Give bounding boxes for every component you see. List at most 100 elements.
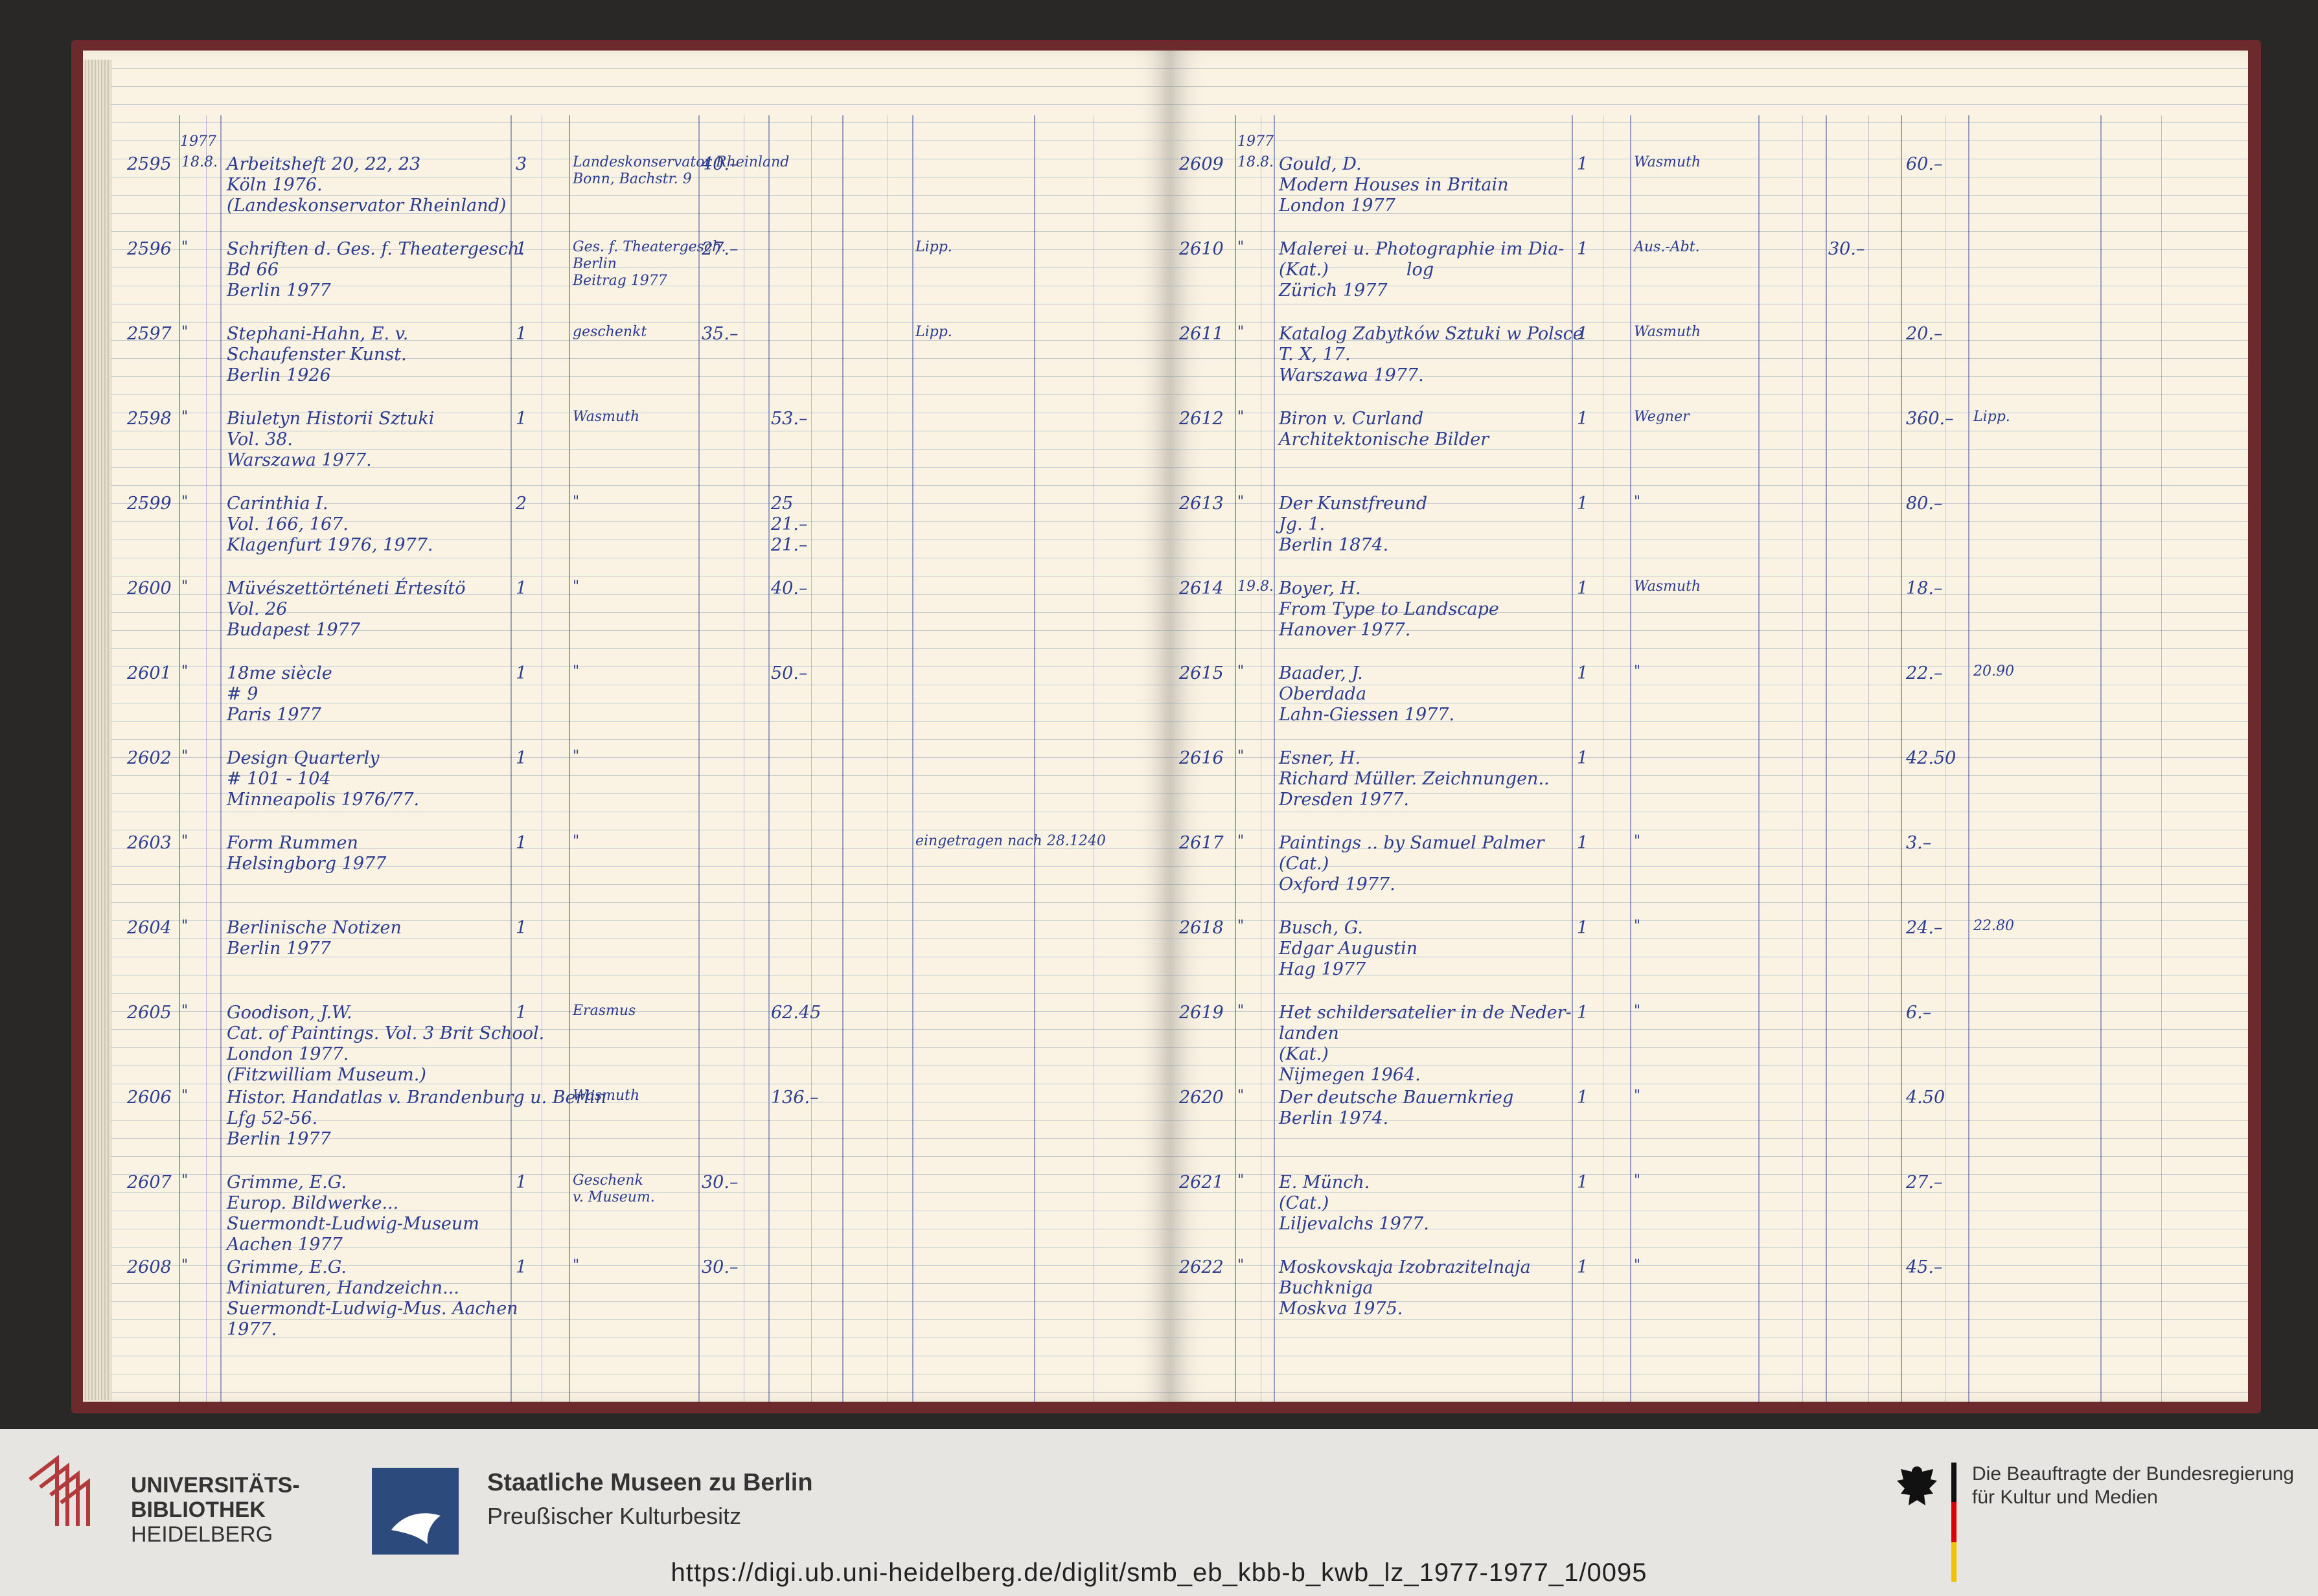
entry-number: 2602 bbox=[127, 748, 172, 768]
entry-source: Erasmus bbox=[573, 1003, 636, 1019]
entry-number: 2611 bbox=[1179, 324, 1224, 344]
entry-number: 2618 bbox=[1179, 918, 1224, 938]
entry-description: Histor. Handatlas v. Brandenburg u. Berl… bbox=[227, 1088, 607, 1149]
entry-source: " bbox=[573, 1257, 580, 1273]
entry-date: " bbox=[1237, 1257, 1245, 1273]
ledger-entry: 2601 " 18me siècle # 9 Paris 1977 1 " 50.– bbox=[83, 663, 1170, 741]
university-name-line-2: BIBLIOTHEK bbox=[131, 1498, 266, 1522]
entry-number: 2599 bbox=[127, 494, 172, 514]
entry-quantity: 1 bbox=[1577, 663, 1589, 683]
entry-description: Design Quarterly # 101 - 104 Minneapolis… bbox=[227, 748, 420, 810]
bkm-name: Die Beauftragte der Bundesregierung für … bbox=[1972, 1463, 2294, 1509]
ledger-entry: 2617 " Paintings .. by Samuel Palmer (Cat.… bbox=[1170, 833, 2248, 911]
ledger-entry: 2599 " Carinthia I. Vol. 166, 167. Klagenf… bbox=[83, 494, 1170, 571]
entry-price-alt: 62.45 bbox=[771, 1003, 821, 1023]
entry-date: " bbox=[181, 833, 189, 849]
entry-quantity: 1 bbox=[1577, 494, 1589, 514]
entry-quantity: 1 bbox=[1577, 154, 1589, 174]
entry-price-alt: 22.– bbox=[1906, 663, 1943, 683]
ledger-entry: 2615 " Baader, J. Oberdada Lahn-Giessen 19… bbox=[1170, 663, 2248, 741]
ledger-entry: 2596 " Schriften d. Ges. f. Theatergesch. … bbox=[83, 239, 1170, 317]
entry-date: " bbox=[1237, 409, 1245, 425]
entry-number: 2604 bbox=[127, 918, 172, 938]
entry-source: " bbox=[1634, 918, 1641, 934]
bkm-line-1: Die Beauftragte der Bundesregierung bbox=[1972, 1463, 2294, 1485]
ledger-entry: 2600 " Müvészettörténeti Értesítö Vol. 26 … bbox=[83, 578, 1170, 656]
entry-description: Gould, D. Modern Houses in Britain Londo… bbox=[1279, 154, 1509, 216]
entry-source: " bbox=[573, 663, 580, 679]
entry-description: Grimme, E.G. Miniaturen, Handzeichn... S… bbox=[227, 1257, 518, 1340]
entry-description: Katalog Zabytków Sztuki w Polsce T. X, 1… bbox=[1279, 324, 1583, 385]
entry-quantity: 1 bbox=[516, 324, 527, 344]
entry-date: " bbox=[1237, 494, 1245, 510]
entry-price: 30.– bbox=[702, 1172, 739, 1192]
ledger-entry: 2614 19.8. Boyer, H. From Type to Landscap… bbox=[1170, 578, 2248, 656]
entry-date: 18.8. bbox=[1237, 154, 1274, 170]
entry-number: 2603 bbox=[127, 833, 172, 853]
entry-quantity: 1 bbox=[1577, 409, 1589, 429]
university-name: UNIVERSITÄTS- BIBLIOTHEK bbox=[131, 1473, 300, 1522]
entry-number: 2616 bbox=[1179, 748, 1224, 768]
ledger-entry: 2598 " Biuletyn Historii Sztuki Vol. 38. W… bbox=[83, 409, 1170, 486]
entry-date: " bbox=[181, 663, 189, 679]
entry-number: 2621 bbox=[1179, 1172, 1224, 1192]
entry-price-alt: 60.– bbox=[1906, 154, 1943, 174]
bkm-line-2: für Kultur und Medien bbox=[1972, 1487, 2158, 1508]
entry-price: 35.– bbox=[702, 324, 739, 344]
entry-quantity: 1 bbox=[516, 409, 527, 429]
entry-quantity: 1 bbox=[516, 918, 527, 938]
entry-number: 2613 bbox=[1179, 494, 1224, 514]
ledger-entry: 2612 " Biron v. Curland Architektonische B… bbox=[1170, 409, 2248, 486]
entry-date: " bbox=[1237, 324, 1245, 340]
entry-source: Wasmuth bbox=[573, 1088, 640, 1104]
entry-description: Goodison, J.W. Cat. of Paintings. Vol. 3… bbox=[227, 1003, 545, 1085]
entry-number: 2598 bbox=[127, 409, 172, 429]
ledger-entry: 2613 " Der Kunstfreund Jg. 1. Berlin 1874.… bbox=[1170, 494, 2248, 571]
ledger-entry: 2609 18.8. Gould, D. Modern Houses in Brit… bbox=[1170, 154, 2248, 232]
ledger-entry: 2604 " Berlinische Notizen Berlin 1977 1 bbox=[83, 918, 1170, 996]
entry-source: " bbox=[573, 494, 580, 510]
entry-quantity: 1 bbox=[516, 1257, 527, 1277]
federal-eagle-icon bbox=[1897, 1466, 1937, 1505]
entry-number: 2619 bbox=[1179, 1003, 1224, 1023]
entry-description: Der Kunstfreund Jg. 1. Berlin 1874. bbox=[1279, 494, 1428, 555]
entry-price-alt: 24.– bbox=[1906, 918, 1943, 938]
entry-note: Lipp. bbox=[1973, 409, 2010, 425]
entry-description: Arbeitsheft 20, 22, 23 Köln 1976. (Lande… bbox=[227, 154, 507, 216]
ledger-entry: 2603 " Form Rummen Helsingborg 1977 1 " einge… bbox=[83, 833, 1170, 911]
entry-quantity: 1 bbox=[1577, 578, 1589, 598]
entry-source: Wasmuth bbox=[573, 409, 640, 425]
entry-description: Baader, J. Oberdada Lahn-Giessen 1977. bbox=[1279, 663, 1455, 725]
museum-subtitle: Preußischer Kulturbesitz bbox=[487, 1503, 742, 1529]
entry-quantity: 1 bbox=[516, 1003, 527, 1023]
entry-description: Carinthia I. Vol. 166, 167. Klagenfurt 1… bbox=[227, 494, 433, 555]
entry-source: Wasmuth bbox=[1634, 324, 1701, 340]
entry-date: " bbox=[181, 1088, 189, 1104]
entry-price: 27.– bbox=[702, 239, 739, 259]
entry-date: 19.8. bbox=[1237, 578, 1274, 595]
entry-date: " bbox=[181, 1172, 189, 1189]
entry-description: Paintings .. by Samuel Palmer (Cat.) Oxf… bbox=[1279, 833, 1544, 895]
ledger-left-page: 1977 2595 18.8. Arbeitsheft 20, 22, 23 Köl… bbox=[83, 51, 1170, 1402]
ledger-right-page: 1977 2609 18.8. Gould, D. Modern Houses in… bbox=[1170, 51, 2248, 1402]
entry-source: " bbox=[1634, 833, 1641, 849]
entry-price: 40.– bbox=[702, 154, 739, 174]
year-header: 1977 bbox=[180, 133, 216, 150]
entry-number: 2601 bbox=[127, 663, 172, 683]
entry-price-alt: 136.– bbox=[771, 1088, 819, 1108]
ledger-entry: 2595 18.8. Arbeitsheft 20, 22, 23 Köln 197… bbox=[83, 154, 1170, 232]
entry-note: 22.80 bbox=[1973, 918, 2014, 934]
entry-number: 2614 bbox=[1179, 578, 1224, 598]
page-edges bbox=[83, 60, 111, 1400]
entry-quantity: 1 bbox=[1577, 748, 1589, 768]
university-name-line-1: UNIVERSITÄTS- bbox=[131, 1473, 300, 1498]
entry-date: " bbox=[1237, 1003, 1245, 1019]
ledger-entry: 2597 " Stephani-Hahn, E. v. Schaufenster K… bbox=[83, 324, 1170, 402]
entry-quantity: 1 bbox=[516, 663, 527, 683]
entry-description: Schriften d. Ges. f. Theatergesch. Bd 66… bbox=[227, 239, 525, 301]
entry-description: Grimme, E.G. Europ. Bildwerke... Suermon… bbox=[227, 1172, 479, 1255]
entry-number: 2610 bbox=[1179, 239, 1224, 259]
permalink-url[interactable]: https://digi.ub.uni-heidelberg.de/diglit… bbox=[0, 1558, 2318, 1588]
entry-quantity: 1 bbox=[1577, 1088, 1589, 1108]
entry-description: Het schildersatelier in de Neder- landen… bbox=[1279, 1003, 1572, 1085]
